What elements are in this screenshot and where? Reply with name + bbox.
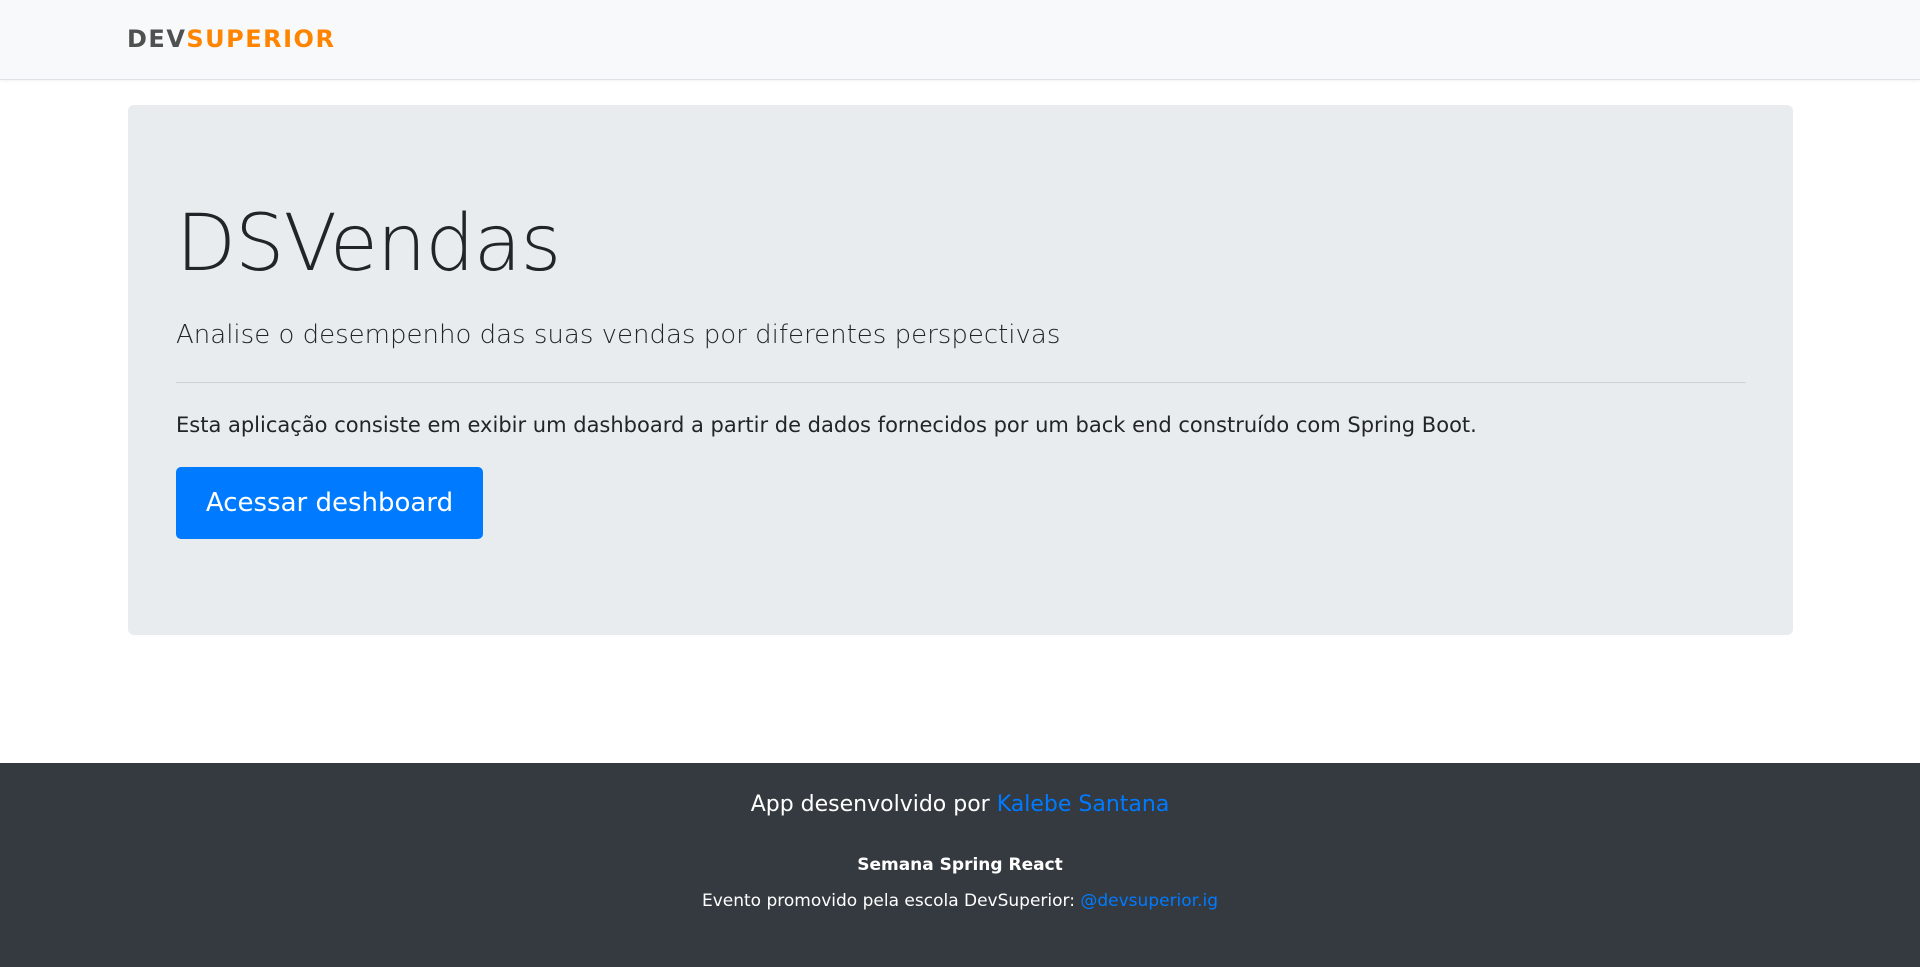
access-dashboard-button[interactable]: Acessar deshboard bbox=[176, 467, 483, 539]
page-title: DSVendas bbox=[176, 199, 561, 289]
hero-lead: Analise o desempenho das suas vendas por… bbox=[176, 320, 1061, 350]
footer-event-title: Semana Spring React bbox=[857, 855, 1063, 875]
author-link[interactable]: Kalebe Santana bbox=[997, 792, 1170, 817]
hero-divider bbox=[176, 382, 1746, 383]
devsuperior-logo[interactable]: DEV SUPERIOR bbox=[127, 24, 335, 54]
hero-jumbotron: DSVendas Analise o desempenho das suas v… bbox=[128, 105, 1793, 635]
footer-credit-prefix: App desenvolvido por bbox=[750, 792, 997, 817]
top-navbar: DEV SUPERIOR bbox=[0, 0, 1920, 80]
footer-event-prefix: Evento promovido pela escola DevSuperior… bbox=[701, 891, 1081, 911]
instagram-link[interactable]: @devsuperior.ig bbox=[1080, 891, 1218, 911]
logo-superior-text: SUPERIOR bbox=[186, 25, 336, 53]
footer-event-text: Evento promovido pela escola DevSuperior… bbox=[0, 891, 1920, 911]
logo-dev-text: DEV bbox=[127, 25, 187, 53]
footer-credit: App desenvolvido por Kalebe Santana bbox=[0, 791, 1920, 820]
hero-description: Esta aplicação consiste em exibir um das… bbox=[176, 413, 1477, 437]
page-footer: App desenvolvido por Kalebe Santana Sema… bbox=[0, 763, 1920, 967]
